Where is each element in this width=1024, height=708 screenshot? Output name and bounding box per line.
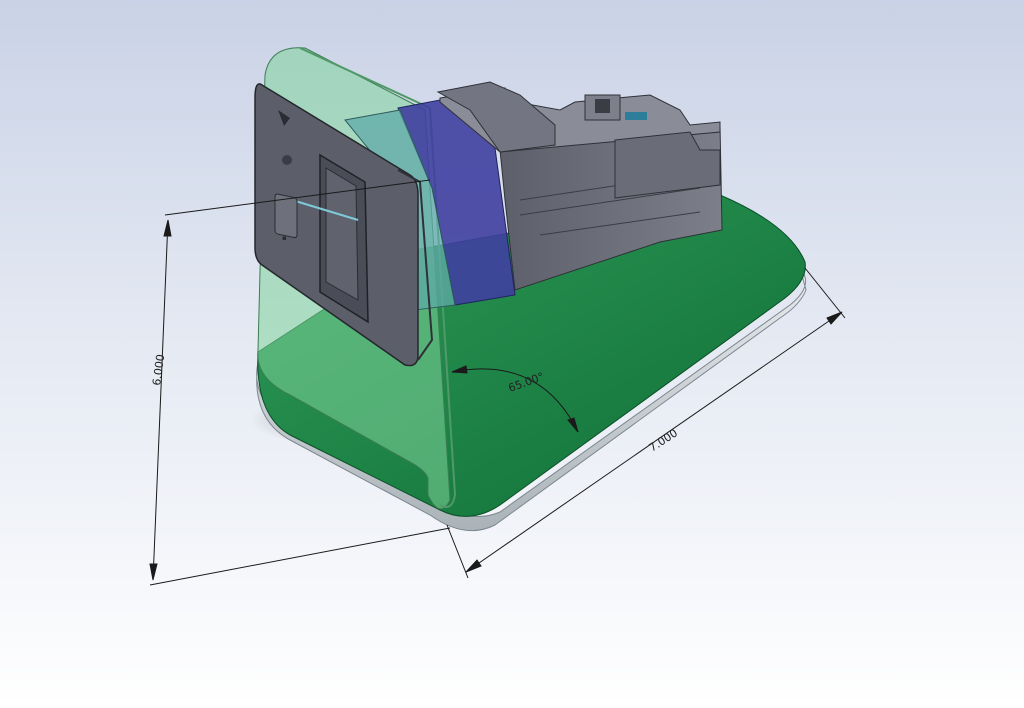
- dimension-height-label: 6.000: [150, 353, 167, 386]
- cad-viewport[interactable]: ▪ 6.000 7.000 65.00°: [0, 0, 1024, 708]
- dimension-height-arrow-top: [163, 219, 172, 237]
- card-slot-inner: [325, 167, 359, 301]
- model-scene[interactable]: ▪ 6.000 7.000 65.00°: [0, 0, 1024, 708]
- dimension-length-label: 7.000: [647, 426, 680, 454]
- dimension-length-arrow-left: [465, 559, 482, 573]
- dimension-height-line: [152, 219, 169, 581]
- connector-pins: [595, 99, 610, 113]
- bezel-label: ▪: [282, 234, 287, 242]
- dimension-length-ext-left: [446, 524, 469, 579]
- dimension-height-ext-bottom: [149, 527, 451, 586]
- connector-led: [625, 112, 647, 120]
- dimension-height-arrow-bottom: [149, 563, 158, 581]
- dimension-length-ext-right: [804, 267, 846, 319]
- dimension-length-arrow-right: [826, 311, 843, 325]
- keypad-button-icon[interactable]: [282, 155, 292, 165]
